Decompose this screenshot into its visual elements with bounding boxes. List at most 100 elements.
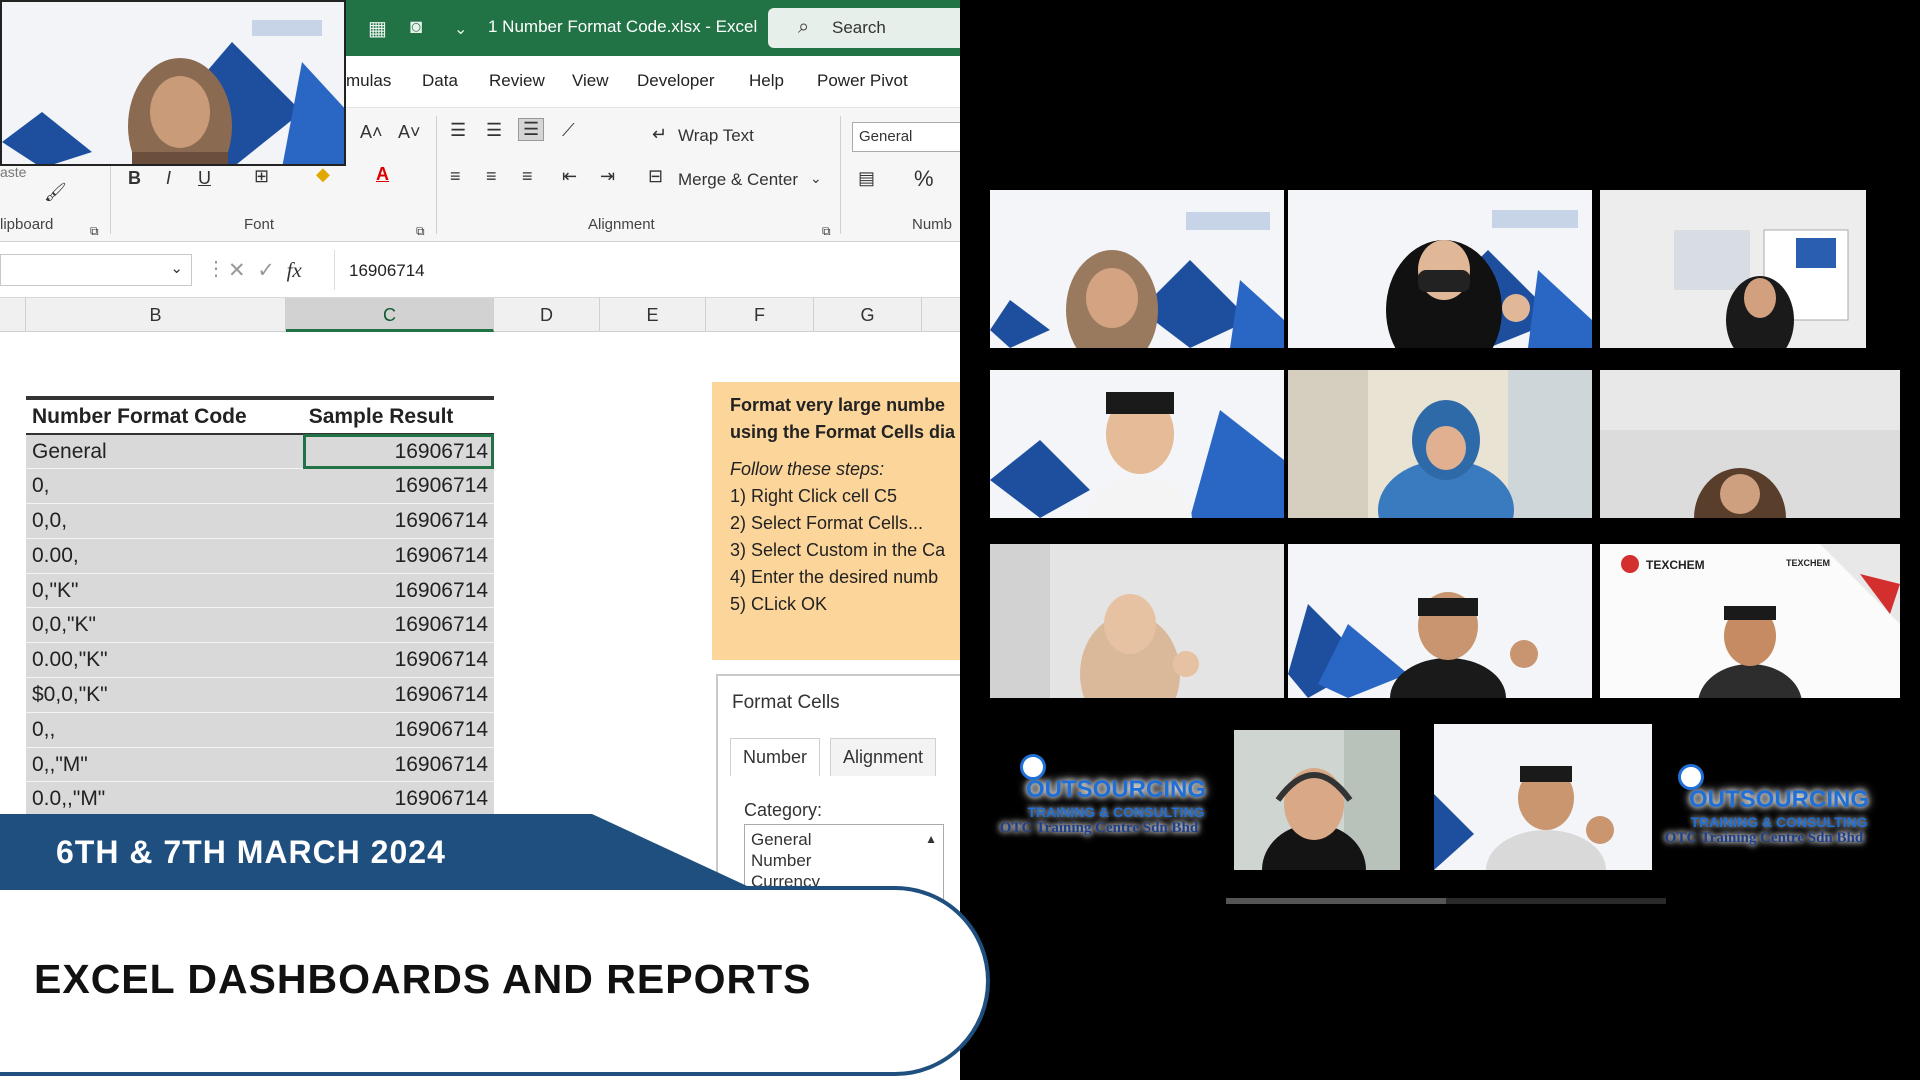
align-top-icon[interactable]: ☰	[450, 120, 466, 141]
participant-video[interactable]	[1288, 544, 1592, 698]
worksheet-grid[interactable]: Number Format Code Sample Result General…	[0, 332, 960, 914]
wrap-text-icon[interactable]: ↵	[652, 124, 667, 145]
sample-result-cell[interactable]: 16906714	[302, 607, 494, 644]
table-row[interactable]: 0,"K" 16906714	[26, 573, 494, 609]
column-header-e[interactable]: E	[600, 298, 706, 332]
column-header-c[interactable]: C	[286, 298, 494, 332]
align-right-icon[interactable]: ≡	[522, 166, 533, 187]
format-code-cell[interactable]: 0,,	[26, 712, 303, 748]
merge-center-button[interactable]: Merge & Center	[678, 170, 798, 190]
tab-review[interactable]: Review	[489, 71, 545, 91]
sample-result-cell[interactable]: 16906714	[302, 677, 494, 713]
format-code-cell[interactable]: General	[26, 434, 303, 470]
decrease-indent-icon[interactable]: ⇤	[562, 166, 577, 187]
paste-label[interactable]: aste	[0, 164, 26, 180]
sample-result-cell[interactable]: 16906714	[302, 642, 494, 679]
enter-icon[interactable]: ✓	[257, 259, 275, 282]
column-header-b[interactable]: B	[26, 298, 286, 332]
table-row[interactable]: 0.00,"K" 16906714	[26, 642, 494, 679]
format-code-cell[interactable]: 0.00,	[26, 538, 303, 574]
format-code-cell[interactable]: 0,0,"K"	[26, 607, 303, 644]
list-item[interactable]: Number	[751, 850, 937, 871]
insert-function-icon[interactable]: fx	[287, 258, 302, 282]
format-code-cell[interactable]: 0.0,,"M"	[26, 781, 303, 818]
list-item[interactable]: General	[751, 829, 937, 850]
dialog-launcher-icon[interactable]: ⧉	[90, 224, 99, 239]
italic-button[interactable]: I	[166, 168, 171, 189]
format-painter-icon[interactable]: 🖌	[44, 182, 67, 203]
tab-developer[interactable]: Developer	[637, 71, 715, 91]
table-row[interactable]: 0,0,"K" 16906714	[26, 607, 494, 644]
underline-button[interactable]: U	[198, 168, 211, 189]
dialog-launcher-icon[interactable]: ⧉	[822, 224, 831, 239]
formula-input[interactable]: 16906714	[334, 250, 960, 290]
increase-indent-icon[interactable]: ⇥	[600, 166, 615, 187]
increase-font-icon[interactable]: A˄	[360, 122, 383, 143]
wrap-text-button[interactable]: Wrap Text	[678, 126, 754, 146]
sample-result-cell[interactable]: 16906714	[302, 434, 494, 470]
number-format-dropdown[interactable]: General	[852, 122, 960, 152]
dialog-launcher-icon[interactable]: ⧉	[416, 224, 425, 239]
participant-video[interactable]	[1288, 370, 1592, 518]
sample-result-cell[interactable]: 16906714	[302, 712, 494, 748]
participant-video[interactable]	[990, 544, 1284, 698]
font-color-icon[interactable]: A	[376, 164, 389, 185]
tab-power-pivot[interactable]: Power Pivot	[817, 71, 908, 91]
sample-result-cell[interactable]: 16906714	[302, 468, 494, 505]
column-header-d[interactable]: D	[494, 298, 600, 332]
format-code-cell[interactable]: 0,,"M"	[26, 747, 303, 783]
decrease-font-icon[interactable]: A˅	[398, 122, 421, 143]
sample-result-cell[interactable]: 16906714	[302, 538, 494, 574]
participant-video[interactable]	[1288, 190, 1592, 348]
scroll-up-icon[interactable]: ▲	[925, 829, 937, 850]
table-row[interactable]: $0,0,"K" 16906714	[26, 677, 494, 713]
tab-alignment[interactable]: Alignment	[830, 738, 937, 776]
tab-help[interactable]: Help	[749, 71, 784, 91]
camera-icon[interactable]: ◙	[410, 16, 422, 39]
sample-result-cell[interactable]: 16906714	[302, 503, 494, 539]
sample-result-cell[interactable]: 16906714	[302, 573, 494, 609]
align-middle-icon[interactable]: ☰	[486, 120, 502, 141]
format-code-cell[interactable]: 0,"K"	[26, 573, 303, 609]
bold-button[interactable]: B	[128, 168, 141, 189]
participant-video[interactable]	[1600, 190, 1866, 348]
align-bottom-icon[interactable]: ☰	[518, 118, 545, 141]
participant-video[interactable]	[1434, 724, 1652, 870]
table-row[interactable]: 0.0,,"M" 16906714	[26, 781, 494, 818]
sample-result-cell[interactable]: 16906714	[302, 747, 494, 783]
cancel-icon[interactable]: ✕	[228, 259, 246, 282]
merge-center-icon[interactable]: ⊟	[648, 166, 663, 187]
table-row[interactable]: 0.00, 16906714	[26, 538, 494, 574]
corner-cell[interactable]	[0, 298, 26, 332]
customize-toolbar-icon[interactable]: ⌄	[454, 19, 467, 39]
participant-video[interactable]	[1600, 370, 1900, 518]
table-row[interactable]: General 16906714	[26, 434, 494, 470]
search-box[interactable]: ⌕ Search	[768, 8, 960, 48]
format-code-cell[interactable]: $0,0,"K"	[26, 677, 303, 713]
participant-video[interactable]	[990, 370, 1284, 518]
participant-video[interactable]: TEXCHEM TEXCHEM	[1600, 544, 1900, 698]
borders-icon[interactable]: ⊞	[254, 166, 269, 187]
orientation-icon[interactable]: ⟋	[562, 120, 575, 141]
tab-view[interactable]: View	[572, 71, 609, 91]
participant-video[interactable]	[1234, 730, 1400, 870]
table-row[interactable]: 0,, 16906714	[26, 712, 494, 748]
participant-video[interactable]	[990, 190, 1284, 348]
fill-color-icon[interactable]: ◆	[316, 164, 330, 185]
table-row[interactable]: 0,,"M" 16906714	[26, 747, 494, 783]
name-box[interactable]: ⌄	[0, 254, 192, 286]
align-left-icon[interactable]: ≡	[450, 166, 461, 187]
align-center-icon[interactable]: ≡	[486, 166, 497, 187]
table-row[interactable]: 0, 16906714	[26, 468, 494, 505]
format-code-cell[interactable]: 0.00,"K"	[26, 642, 303, 679]
column-header-g[interactable]: G	[814, 298, 922, 332]
gallery-scroll-track[interactable]	[1226, 898, 1666, 904]
format-code-cell[interactable]: 0,0,	[26, 503, 303, 539]
format-code-cell[interactable]: 0,	[26, 468, 303, 505]
tab-number[interactable]: Number	[730, 738, 821, 776]
gallery-scroll-thumb[interactable]	[1226, 898, 1446, 904]
chevron-down-icon[interactable]: ⌄	[810, 170, 822, 187]
tab-data[interactable]: Data	[422, 71, 458, 91]
tab-formulas[interactable]: mulas	[346, 71, 391, 91]
sample-result-cell[interactable]: 16906714	[302, 781, 494, 818]
